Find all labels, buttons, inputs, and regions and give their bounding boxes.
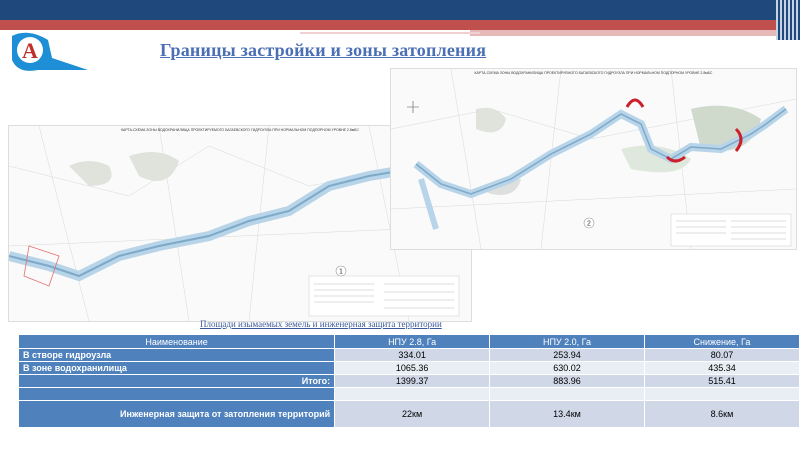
column-header: Наименование	[19, 335, 335, 348]
table-row-empty	[19, 388, 799, 400]
map-number: 1	[339, 269, 343, 276]
table-caption: Площади изымаемых земель и инженерная за…	[200, 319, 442, 329]
cell: 1399.37	[335, 375, 490, 387]
cell: 630.02	[490, 362, 644, 374]
cell: 22км	[335, 401, 490, 427]
column-header: Снижение, Га	[644, 335, 799, 348]
row-label	[19, 388, 335, 400]
stripe-line	[300, 32, 480, 34]
land-area-table: Наименование НПУ 2.8, Га НПУ 2.0, Га Сни…	[18, 334, 800, 428]
cell: 13.4км	[490, 401, 644, 427]
map-number: 2	[587, 221, 591, 228]
top-banner	[0, 0, 800, 20]
row-label: Инженерная защита от затопления территор…	[19, 401, 335, 427]
row-label: В створе гидроузла	[19, 349, 335, 361]
table-row: В створе гидроузла 334.01 253.94 80.07	[19, 349, 799, 361]
cell: 80.07	[644, 349, 799, 361]
column-header: НПУ 2.8, Га	[335, 335, 490, 348]
cell: 883.96	[490, 375, 644, 387]
red-stripe	[0, 20, 800, 30]
cell: 515.41	[644, 375, 799, 387]
table-row: В зоне водохранилища 1065.36 630.02 435.…	[19, 362, 799, 374]
cell: 334.01	[335, 349, 490, 361]
table-header-row: Наименование НПУ 2.8, Га НПУ 2.0, Га Сни…	[19, 335, 799, 348]
river-map-2: 2	[391, 69, 796, 249]
row-label: Итого:	[19, 375, 335, 387]
map-title: КАРТА-СХЕМА ЗОНЫ ВОДОХРАНИЛИЩА ПРОЕКТИРУ…	[474, 71, 713, 75]
compass-rose-icon	[407, 101, 419, 113]
logo-flag-icon: А	[12, 32, 88, 71]
cell: 435.34	[644, 362, 799, 374]
column-header: НПУ 2.0, Га	[490, 335, 644, 348]
corner-stripes	[776, 0, 800, 40]
page-title: Границы застройки и зоны затопления	[160, 40, 487, 60]
cell: 253.94	[490, 349, 644, 361]
cell: 8.6км	[644, 401, 799, 427]
table-row-total: Итого: 1399.37 883.96 515.41	[19, 375, 799, 387]
cell	[335, 388, 490, 400]
map-sheet-2: КАРТА-СХЕМА ЗОНЫ ВОДОХРАНИЛИЩА ПРОЕКТИРУ…	[390, 68, 797, 250]
table-row: Инженерная защита от затопления территор…	[19, 401, 799, 427]
cell: 1065.36	[335, 362, 490, 374]
cell	[644, 388, 799, 400]
row-label: В зоне водохранилища	[19, 362, 335, 374]
cell	[490, 388, 644, 400]
logo-letter: А	[22, 38, 38, 63]
light-stripe	[470, 30, 800, 36]
